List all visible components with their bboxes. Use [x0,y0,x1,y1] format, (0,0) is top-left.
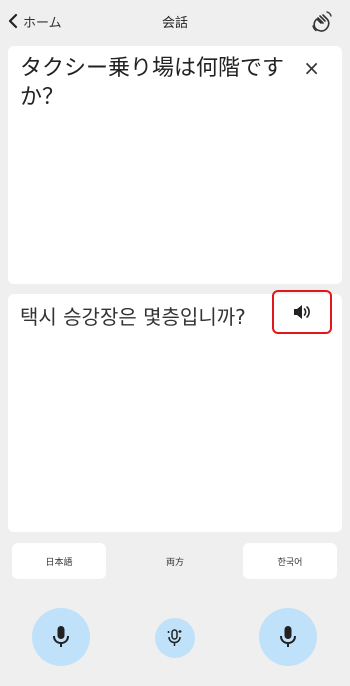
language-korean-button[interactable]: 한국어 [243,543,337,579]
microphone-icon [53,626,69,647]
clear-button[interactable]: × [303,56,320,80]
language-both-button[interactable]: 両方 [128,543,222,579]
speaker-button[interactable] [272,290,332,334]
mic-japanese-button[interactable] [32,608,90,666]
mic-korean-button[interactable] [259,608,317,666]
source-panel: タクシー乗り場は何階ですか？ × [8,46,342,284]
waving-hand-icon[interactable] [310,10,334,34]
source-text: タクシー乗り場は何階ですか？ [20,56,285,110]
microphone-sparkle-icon [167,629,182,646]
speaker-icon [294,305,310,319]
mic-both-button[interactable] [155,618,195,658]
microphone-icon [280,626,296,647]
app-header: ホーム 会話 [0,0,350,44]
language-japanese-button[interactable]: 日本語 [12,543,106,579]
page-title: 会話 [161,16,188,31]
translation-text: 택시 승강장은 몇층입니까? [20,305,246,329]
